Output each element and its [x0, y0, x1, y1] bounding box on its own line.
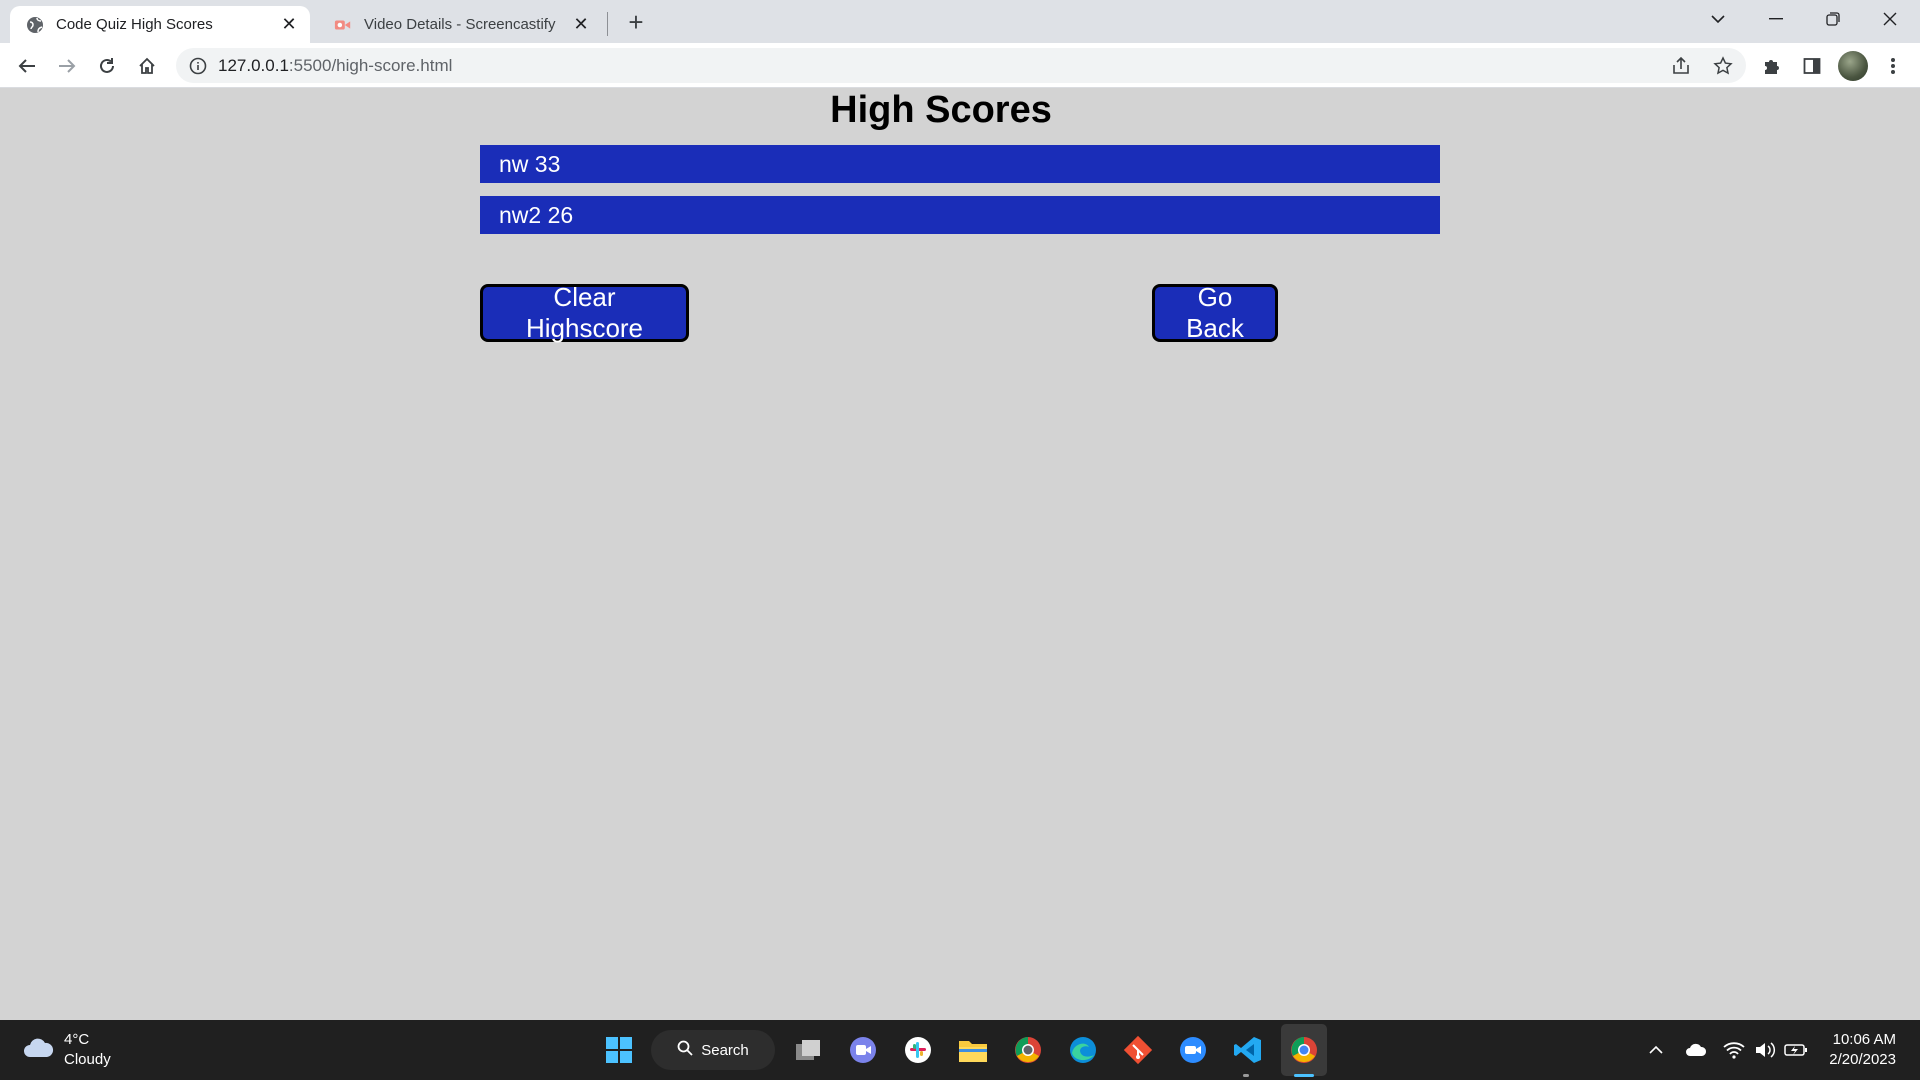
- taskbar-clock[interactable]: 10:06 AM 2/20/2023: [1829, 1030, 1896, 1070]
- clock-date: 2/20/2023: [1829, 1051, 1896, 1068]
- tab-search-chevron-icon[interactable]: [1690, 0, 1746, 38]
- back-arrow-icon[interactable]: [10, 49, 44, 83]
- windows-taskbar: 4°C Cloudy Search 10:06 AM 2/20/2023: [0, 1020, 1920, 1080]
- tab-title: Code Quiz High Scores: [56, 16, 213, 33]
- clear-highscore-button[interactable]: Clear Highscore: [480, 282, 689, 343]
- browser-tab-strip: Code Quiz High Scores ✕ Video Details - …: [0, 0, 1920, 43]
- close-tab-icon[interactable]: ✕: [278, 14, 300, 36]
- side-panel-icon[interactable]: [1797, 51, 1827, 81]
- taskbar-search-button[interactable]: Search: [651, 1030, 775, 1070]
- go-back-button[interactable]: Go Back: [1152, 282, 1278, 343]
- taskbar-search-label: Search: [701, 1041, 749, 1059]
- wifi-icon[interactable]: [1722, 1038, 1746, 1062]
- zoom-icon[interactable]: [1175, 1032, 1211, 1068]
- tab-title: Video Details - Screencastify: [364, 16, 556, 33]
- active-app-indicator: [1294, 1074, 1314, 1077]
- edge-icon[interactable]: [1065, 1032, 1101, 1068]
- file-explorer-icon[interactable]: [955, 1032, 991, 1068]
- tab-code-quiz-high-scores[interactable]: Code Quiz High Scores ✕: [10, 6, 310, 43]
- restore-icon[interactable]: [1805, 0, 1861, 38]
- close-tab-icon[interactable]: ✕: [570, 14, 592, 36]
- chrome-icon[interactable]: [1286, 1032, 1322, 1068]
- battery-charging-icon[interactable]: [1784, 1038, 1808, 1062]
- new-tab-button[interactable]: +: [622, 7, 650, 37]
- highscore-entry: nw 33: [480, 145, 1440, 183]
- menu-kebab-icon[interactable]: [1878, 51, 1908, 81]
- tab-video-details[interactable]: Video Details - Screencastify ✕: [318, 6, 602, 43]
- tab-divider: [607, 12, 608, 36]
- globe-icon: [26, 16, 44, 34]
- page-title: High Scores: [830, 89, 1052, 131]
- address-bar[interactable]: 127.0.0.1:5500/high-score.html: [176, 48, 1746, 83]
- forward-arrow-icon[interactable]: [50, 49, 84, 83]
- cloud-icon: [22, 1037, 54, 1064]
- address-url: 127.0.0.1:5500/high-score.html: [218, 56, 452, 76]
- task-view-icon[interactable]: [790, 1032, 826, 1068]
- volume-icon[interactable]: [1753, 1038, 1777, 1062]
- weather-condition: Cloudy: [64, 1051, 111, 1068]
- search-icon: [677, 1040, 693, 1060]
- url-path: :5500/high-score.html: [288, 55, 453, 75]
- site-info-icon[interactable]: [188, 56, 208, 76]
- share-icon[interactable]: [1666, 51, 1696, 81]
- start-icon[interactable]: [601, 1032, 637, 1068]
- highscore-list: nw 33 nw2 26: [480, 145, 1440, 247]
- weather-widget[interactable]: 4°C Cloudy: [22, 1030, 111, 1070]
- weather-temperature: 4°C: [64, 1031, 90, 1048]
- highscore-entry: nw2 26: [480, 196, 1440, 234]
- profile-avatar[interactable]: [1838, 51, 1868, 81]
- teams-icon[interactable]: [845, 1032, 881, 1068]
- page-content: High Scores nw 33 nw2 26 Clear Highscore…: [0, 88, 1920, 1020]
- onedrive-cloud-icon[interactable]: [1684, 1038, 1708, 1062]
- minimize-icon[interactable]: [1748, 0, 1804, 38]
- browser-toolbar: 127.0.0.1:5500/high-score.html: [0, 43, 1920, 88]
- close-window-icon[interactable]: [1862, 0, 1918, 38]
- chrome-dev-icon[interactable]: [1010, 1032, 1046, 1068]
- git-icon[interactable]: [1120, 1032, 1156, 1068]
- url-host: 127.0.0.1: [218, 55, 289, 75]
- bookmark-star-icon[interactable]: [1708, 51, 1738, 81]
- running-indicator: [1243, 1074, 1249, 1077]
- vscode-icon[interactable]: [1230, 1032, 1266, 1068]
- reload-icon[interactable]: [90, 49, 124, 83]
- screencastify-icon: [334, 16, 352, 34]
- slack-icon[interactable]: [900, 1032, 936, 1068]
- show-hidden-icons-chevron-icon[interactable]: [1644, 1038, 1668, 1062]
- home-icon[interactable]: [130, 49, 164, 83]
- clock-time: 10:06 AM: [1832, 1031, 1896, 1048]
- extensions-puzzle-icon[interactable]: [1757, 51, 1787, 81]
